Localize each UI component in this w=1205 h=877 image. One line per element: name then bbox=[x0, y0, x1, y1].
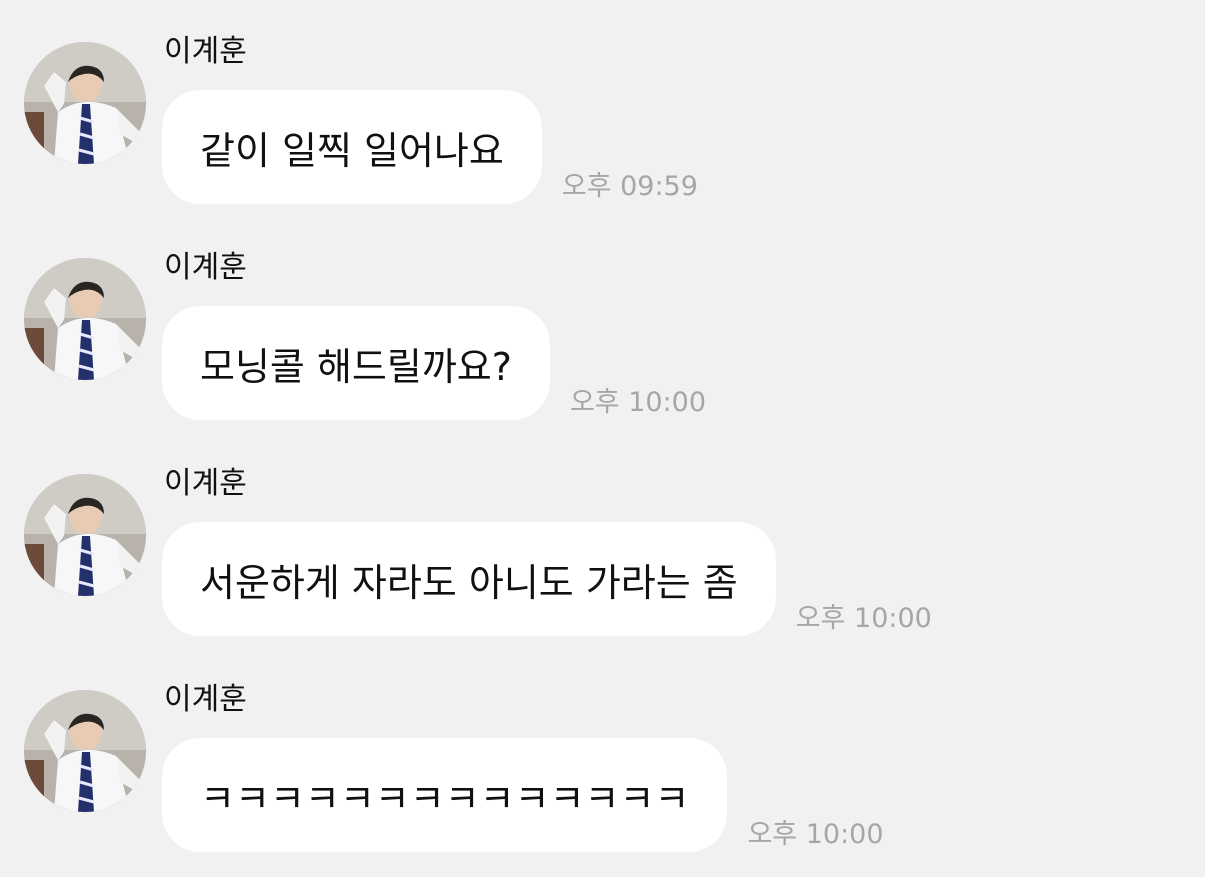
chat-message: 이계훈 서운하게 자라도 아니도 가라는 좀 오후 10:00 bbox=[0, 434, 1205, 636]
avatar[interactable] bbox=[24, 258, 146, 380]
chat-message: 이계훈 같이 일찍 일어나요 오후 09:59 bbox=[0, 2, 1205, 204]
sender-name: 이계훈 bbox=[164, 34, 247, 69]
chat-message: 이계훈 ㅋㅋㅋㅋㅋㅋㅋㅋㅋㅋㅋㅋㅋㅋ 오후 10:00 bbox=[0, 650, 1205, 852]
chat-message: 이계훈 모닝콜 해드릴까요? 오후 10:00 bbox=[0, 218, 1205, 420]
message-bubble[interactable]: 서운하게 자라도 아니도 가라는 좀 bbox=[162, 522, 776, 636]
message-row: ㅋㅋㅋㅋㅋㅋㅋㅋㅋㅋㅋㅋㅋㅋ 오후 10:00 bbox=[162, 738, 884, 852]
chat-message-list: 이계훈 같이 일찍 일어나요 오후 09:59 이계훈 모닝콜 해드릴까요? 오… bbox=[0, 0, 1205, 877]
sender-name: 이계훈 bbox=[164, 682, 247, 717]
profile-photo-icon bbox=[24, 690, 146, 812]
message-timestamp: 오후 10:00 bbox=[795, 603, 932, 634]
message-bubble[interactable]: 모닝콜 해드릴까요? bbox=[162, 306, 550, 420]
avatar[interactable] bbox=[24, 474, 146, 596]
profile-photo-icon bbox=[24, 42, 146, 164]
profile-photo-icon bbox=[24, 474, 146, 596]
avatar[interactable] bbox=[24, 42, 146, 164]
sender-name: 이계훈 bbox=[164, 250, 247, 285]
message-timestamp: 오후 09:59 bbox=[561, 171, 698, 202]
message-timestamp: 오후 10:00 bbox=[747, 819, 884, 850]
message-bubble[interactable]: 같이 일찍 일어나요 bbox=[162, 90, 542, 204]
message-row: 모닝콜 해드릴까요? 오후 10:00 bbox=[162, 306, 706, 420]
avatar[interactable] bbox=[24, 690, 146, 812]
message-row: 서운하게 자라도 아니도 가라는 좀 오후 10:00 bbox=[162, 522, 932, 636]
sender-name: 이계훈 bbox=[164, 466, 247, 501]
message-timestamp: 오후 10:00 bbox=[569, 387, 707, 418]
message-row: 같이 일찍 일어나요 오후 09:59 bbox=[162, 90, 698, 204]
profile-photo-icon bbox=[24, 258, 146, 380]
message-bubble[interactable]: ㅋㅋㅋㅋㅋㅋㅋㅋㅋㅋㅋㅋㅋㅋ bbox=[162, 738, 728, 852]
